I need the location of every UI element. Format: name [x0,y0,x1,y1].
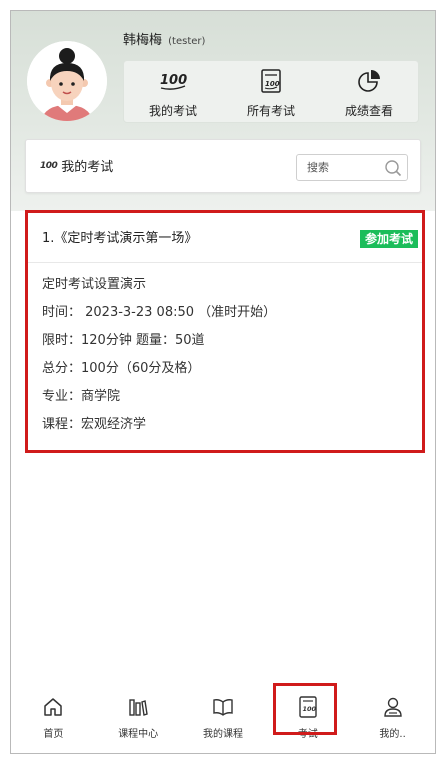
tab-my[interactable]: 我的.. [350,683,435,753]
tab-home-label: 首页 [43,729,64,740]
search-icon[interactable] [384,159,402,181]
exam-limit: 限时：120分钟 题量：50道 [42,333,205,348]
username-name: 韩梅梅 [123,33,163,48]
exam-course: 课程：宏观经济学 [42,417,147,432]
home-icon [42,695,64,719]
tab-exams[interactable]: 100 考试 [265,683,350,753]
exam-time: 时间： 2023-3-23 08:50 （准时开始） [42,305,277,320]
svg-text:100: 100 [160,73,187,88]
avatar[interactable] [27,41,107,121]
open-book-icon [212,695,234,719]
exam-score: 总分：100分（60分及格） [42,361,201,376]
tab-home[interactable]: 首页 [11,683,96,753]
exam-description: 定时考试设置演示 [42,277,147,292]
search-box[interactable] [296,154,408,181]
pie-chart-icon [357,69,381,93]
exam-card-header: 1.《定时考试演示第一场》 参加考试 [28,213,422,263]
tab-course-center[interactable]: 课程中心 [96,683,181,753]
app-frame: 韩梅梅 (tester) 100 我的考试 100 所有考试 成绩查看 100 … [10,10,436,754]
tab-my-courses[interactable]: 我的课程 [181,683,266,753]
score-100-small-icon: 100 [40,160,58,171]
tab-my-courses-label: 我的课程 [202,729,243,740]
svg-text:100: 100 [265,80,280,88]
exam-name: 1.《定时考试演示第一场》 [42,231,198,246]
quick-links: 100 我的考试 100 所有考试 成绩查看 [123,60,419,123]
exam-major: 专业：商学院 [42,389,121,404]
quick-all-exams[interactable]: 100 所有考试 [222,61,320,122]
exam-card[interactable]: 1.《定时考试演示第一场》 参加考试 定时考试设置演示 时间： 2023-3-2… [25,210,425,453]
search-bar: 100 我的考试 [25,139,421,193]
exam-details: 定时考试设置演示 时间： 2023-3-23 08:50 （准时开始） 限时：1… [28,263,422,443]
username-tag: (tester) [168,36,206,47]
score-100-icon: 100 [158,69,188,93]
quick-scores-label: 成绩查看 [344,104,393,118]
bottom-tab-bar: 首页 课程中心 我的课程 100 考试 我的.. [11,683,435,753]
section-title-text: 我的考试 [61,160,114,175]
avatar-illustration-icon [27,41,107,121]
quick-my-exams-label: 我的考试 [148,104,197,118]
tab-my-label: 我的.. [379,729,406,740]
join-exam-button[interactable]: 参加考试 [359,230,418,248]
books-icon [127,695,149,719]
tab-course-center-label: 课程中心 [118,729,159,740]
quick-my-exams[interactable]: 100 我的考试 [124,61,222,122]
quick-all-exams-label: 所有考试 [246,104,295,118]
quick-scores[interactable]: 成绩查看 [320,61,418,122]
tab-exams-highlight [273,683,338,735]
search-input[interactable] [297,155,377,180]
exam-paper-icon: 100 [260,69,282,93]
user-icon [382,695,404,719]
section-title: 100 我的考试 [40,156,113,175]
username: 韩梅梅 (tester) [123,29,205,48]
